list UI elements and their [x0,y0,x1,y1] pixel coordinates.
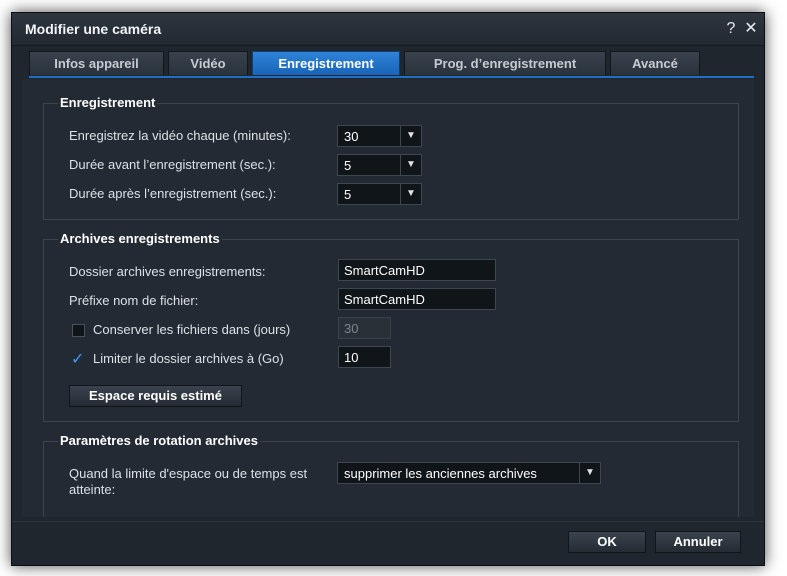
limit-size-input[interactable] [338,346,391,368]
title-bar: Modifier une caméra ? ✕ [12,13,764,46]
cancel-button[interactable]: Annuler [655,531,741,553]
rotation-group: Paramètres de rotation archives Quand la… [43,433,739,517]
rotation-action-select[interactable]: supprimer les anciennes archives ▼ [337,462,601,484]
chevron-down-icon: ▼ [400,184,421,204]
archive-folder-label: Dossier archives enregistrements: [69,264,266,279]
post-record-label: Durée après l’enregistrement (sec.): [69,186,277,201]
estimate-space-button[interactable]: Espace requis estimé [69,385,242,407]
recording-group-title: Enregistrement [58,95,158,110]
record-every-label: Enregistrez la vidéo chaque (minutes): [69,128,291,143]
help-icon[interactable]: ? [722,19,740,39]
chevron-down-icon: ▼ [400,126,421,146]
tab-underline [29,76,754,78]
dialog-title: Modifier une caméra [25,21,162,37]
chevron-down-icon: ▼ [579,463,600,483]
pre-record-select[interactable]: 5 ▼ [337,154,422,176]
recording-group: Enregistrement Enregistrez la vidéo chaq… [43,95,739,220]
archive-group-title: Archives enregistrements [58,231,222,246]
rotation-when-label-line1: Quand la limite d'espace ou de temps est [69,466,308,481]
tab-content: Enregistrement Enregistrez la vidéo chaq… [22,79,754,517]
archive-group: Archives enregistrements Dossier archive… [43,231,739,422]
file-prefix-input[interactable] [338,288,496,310]
keep-files-checkbox[interactable] [72,324,85,337]
rotation-action-value: supprimer les anciennes archives [344,466,537,481]
tab-video[interactable]: Vidéo [168,51,248,75]
archive-folder-input[interactable] [338,259,496,281]
ok-button[interactable]: OK [568,531,646,553]
tab-recording-schedule[interactable]: Prog. d’enregistrement [404,51,606,75]
rotation-group-title: Paramètres de rotation archives [58,433,260,448]
tab-recording[interactable]: Enregistrement [252,51,400,75]
chevron-down-icon: ▼ [400,155,421,175]
edit-camera-dialog: Modifier une caméra ? ✕ Infos appareil V… [11,12,765,566]
record-every-select[interactable]: 30 ▼ [337,125,422,147]
tab-device-info[interactable]: Infos appareil [29,51,164,75]
limit-folder-checkbox[interactable]: ✓ [71,351,85,368]
post-record-value: 5 [344,187,352,202]
rotation-when-label-line2: atteinte: [69,482,116,497]
pre-record-value: 5 [344,158,352,173]
tab-advanced[interactable]: Avancé [610,51,700,75]
file-prefix-label: Préfixe nom de fichier: [69,293,199,308]
keep-files-label: Conserver les fichiers dans (jours) [93,322,291,337]
checkmark-icon: ✓ [71,351,85,368]
close-icon[interactable]: ✕ [742,19,760,39]
record-every-value: 30 [344,129,359,144]
pre-record-label: Durée avant l’enregistrement (sec.): [69,157,276,172]
post-record-select[interactable]: 5 ▼ [337,183,422,205]
limit-folder-label: Limiter le dossier archives à (Go) [93,351,284,366]
keep-days-input[interactable] [338,317,391,339]
dialog-footer: OK Annuler [12,521,764,565]
